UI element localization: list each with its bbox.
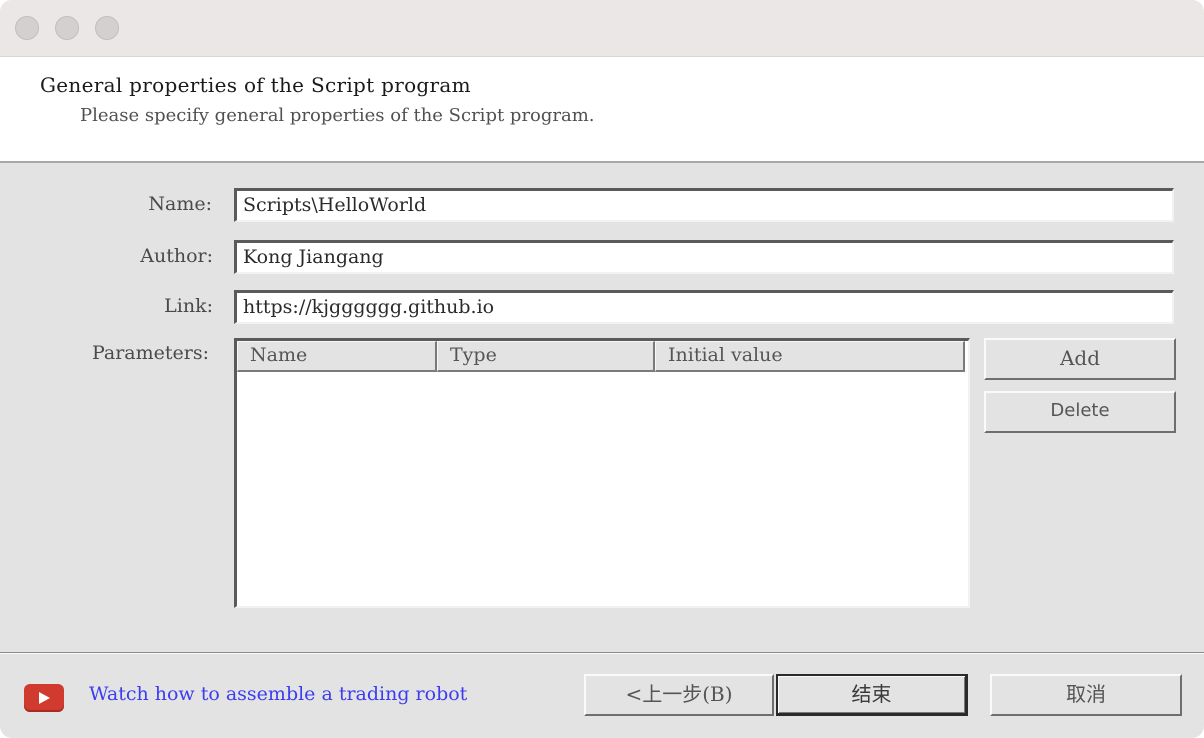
delete-parameter-button[interactable]: Delete [984, 391, 1176, 433]
title-bar [0, 0, 1204, 57]
link-label: Link: [164, 295, 213, 317]
column-header-initial-value[interactable]: Initial value [655, 341, 965, 372]
column-header-type[interactable]: Type [437, 341, 655, 372]
footer-divider [0, 652, 1204, 654]
parameters-table-body[interactable] [237, 372, 968, 606]
add-parameter-button[interactable]: Add [984, 338, 1176, 380]
wizard-header: General properties of the Script program… [0, 57, 1204, 163]
parameters-label: Parameters: [91, 342, 209, 364]
minimize-window-icon[interactable] [55, 16, 79, 40]
play-triangle-icon [39, 692, 50, 704]
column-header-name[interactable]: Name [237, 341, 437, 372]
cancel-button[interactable]: 取消 [990, 674, 1182, 716]
close-window-icon[interactable] [15, 16, 39, 40]
page-title: General properties of the Script program [40, 73, 471, 97]
page-subtitle: Please specify general properties of the… [80, 105, 595, 126]
author-label: Author: [140, 245, 213, 267]
youtube-play-icon[interactable] [24, 684, 64, 712]
name-field[interactable]: Scripts\HelloWorld [234, 188, 1174, 222]
link-field[interactable]: https://kjgggggg.github.io [234, 290, 1174, 324]
name-label: Name: [148, 193, 212, 215]
wizard-window: General properties of the Script program… [0, 0, 1204, 738]
author-field[interactable]: Kong Jiangang [234, 240, 1174, 274]
parameters-table[interactable]: Name Type Initial value [234, 338, 970, 608]
watch-video-link[interactable]: Watch how to assemble a trading robot [89, 683, 467, 705]
zoom-window-icon[interactable] [95, 16, 119, 40]
back-button[interactable]: <上一步(B) [584, 674, 774, 716]
parameters-table-header: Name Type Initial value [237, 341, 965, 372]
finish-button[interactable]: 结束 [776, 674, 968, 716]
